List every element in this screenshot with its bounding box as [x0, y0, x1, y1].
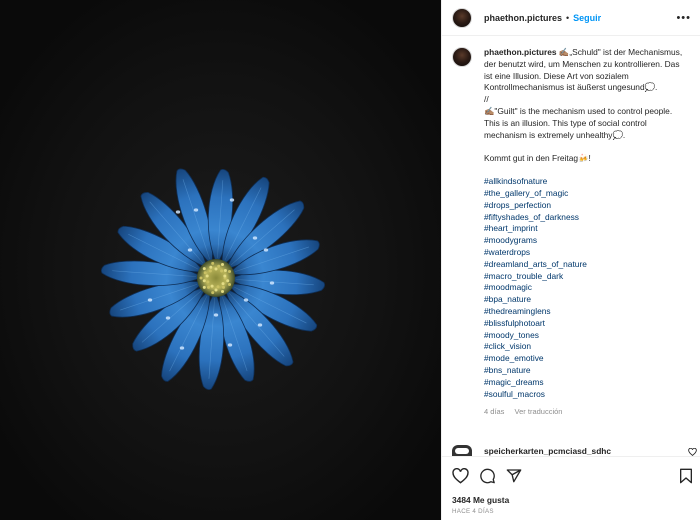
blue-flower-photo	[0, 0, 441, 520]
flower-stamen	[202, 285, 206, 289]
instagram-post: phaethon.pictures • Seguir ••• phaethon.…	[0, 0, 700, 520]
comment-icon[interactable]	[479, 468, 496, 484]
post-side-panel: phaethon.pictures • Seguir ••• phaethon.…	[441, 0, 700, 520]
author-avatar[interactable]	[452, 7, 472, 28]
hashtag-link[interactable]: #the_gallery_of_magic	[484, 188, 688, 200]
water-drop	[187, 248, 193, 252]
caption-avatar[interactable]	[452, 47, 472, 67]
water-drop	[227, 343, 233, 347]
flower-stamen	[223, 274, 227, 278]
hashtag-list: #allkindsofnature #the_gallery_of_magic #d…	[484, 176, 688, 400]
caption-text-en: ✍🏽"Guilt" is the mechanism used to contr…	[484, 105, 675, 140]
flower-stamen	[208, 269, 212, 273]
water-drop	[243, 298, 249, 302]
post-image[interactable]	[0, 0, 441, 520]
more-options-icon[interactable]: •••	[676, 12, 691, 24]
flower-stamen	[214, 267, 218, 271]
flower-stamen	[206, 280, 210, 284]
see-translation-link[interactable]: Ver traducción	[515, 407, 563, 416]
flower-stamen	[226, 279, 230, 283]
hashtag-link[interactable]: #click_vision	[484, 341, 688, 353]
flower-stamen	[210, 284, 214, 288]
share-icon[interactable]	[506, 468, 522, 484]
flower-stamen	[228, 283, 231, 286]
flower-stamen	[207, 285, 210, 289]
post-date: HACE 4 DÍAS	[452, 508, 494, 515]
flower-stamen	[205, 274, 209, 278]
author-username[interactable]: phaethon.pictures	[484, 13, 562, 23]
flower-stamen	[202, 279, 206, 283]
flower-stamen	[217, 264, 221, 268]
flower-stamen	[220, 269, 224, 273]
flower-stamen	[214, 288, 218, 292]
post-actions: 3484 Me gusta HACE 4 DÍAS	[442, 456, 700, 520]
flower-stamen	[199, 276, 203, 280]
heart-icon[interactable]	[452, 468, 469, 484]
hashtag-link[interactable]: #macro_trouble_dark	[484, 271, 688, 283]
flower-stamen	[221, 282, 225, 286]
flower-stamen	[222, 285, 225, 289]
hashtag-link[interactable]: #soulful_macros	[484, 389, 688, 401]
hashtag-link[interactable]: #mode_emotive	[484, 353, 688, 365]
flower-stamen	[202, 267, 206, 271]
post-header: phaethon.pictures • Seguir •••	[442, 0, 700, 36]
hashtag-link[interactable]: #fiftyshades_of_darkness	[484, 212, 688, 224]
flower-stamen	[203, 271, 207, 275]
hashtag-link[interactable]: #blissfulphotoart	[484, 318, 688, 330]
caption-meta: 4 días Ver traducción	[484, 406, 688, 418]
water-drop	[269, 281, 275, 285]
flower-stamen	[209, 265, 213, 269]
follow-button[interactable]: Seguir	[573, 13, 601, 23]
water-drop	[147, 298, 153, 302]
comment-like-heart-icon[interactable]	[688, 448, 697, 456]
hashtag-link[interactable]: #waterdrops	[484, 247, 688, 259]
flower-stamen	[211, 291, 215, 295]
action-icons	[452, 468, 692, 486]
hashtag-link[interactable]: #moodmagic	[484, 282, 688, 294]
flower-stamen	[223, 269, 227, 272]
hashtag-link[interactable]: #moodygrams	[484, 235, 688, 247]
flower-stamen	[221, 263, 224, 266]
hashtag-link[interactable]: #bns_nature	[484, 365, 688, 377]
water-drop	[257, 323, 263, 327]
caption-separator: //	[484, 94, 489, 105]
hashtag-link[interactable]: #drops_perfection	[484, 200, 688, 212]
caption: phaethon.pictures ✍🏽„Schuld" ist der Mec…	[452, 47, 697, 418]
hashtag-link[interactable]: #heart_imprint	[484, 223, 688, 235]
hashtag-link[interactable]: #dreamland_arts_of_nature	[484, 259, 688, 271]
water-drop	[193, 208, 199, 212]
comment-username[interactable]: speicherkarten_pcmciasd_sdhc	[484, 446, 611, 456]
caption-text-de: phaethon.pictures ✍🏽„Schuld" ist der Mec…	[484, 47, 688, 94]
water-drop	[165, 316, 171, 320]
water-drop	[263, 248, 269, 252]
flower-stamen	[228, 270, 231, 273]
flower-stamen	[211, 261, 215, 265]
caption-time: 4 días	[484, 407, 505, 417]
caption-closing: Kommt gut in den Freitag🍻!	[484, 153, 591, 164]
comments-section[interactable]: phaethon.pictures ✍🏽„Schuld" ist der Mec…	[442, 37, 700, 457]
water-drop	[175, 210, 181, 214]
hashtag-link[interactable]: #bpa_nature	[484, 294, 688, 306]
water-drop	[252, 236, 258, 240]
likes-count[interactable]: 3484 Me gusta	[452, 495, 509, 505]
hashtag-link[interactable]: #magic_dreams	[484, 377, 688, 389]
hashtag-link[interactable]: #allkindsofnature	[484, 176, 688, 188]
header-separator: •	[566, 12, 570, 23]
bookmark-icon[interactable]	[679, 468, 693, 484]
flower-stamen	[216, 285, 220, 289]
hashtag-link[interactable]: #moody_tones	[484, 330, 688, 342]
flower-stamen	[221, 290, 224, 293]
caption-body: phaethon.pictures ✍🏽„Schuld" ist der Mec…	[484, 47, 688, 418]
water-drop	[179, 346, 185, 350]
water-drop	[229, 198, 235, 202]
water-drop	[213, 313, 219, 317]
hashtag-link[interactable]: #thedreaminglens	[484, 306, 688, 318]
caption-username[interactable]: phaethon.pictures	[484, 47, 557, 57]
